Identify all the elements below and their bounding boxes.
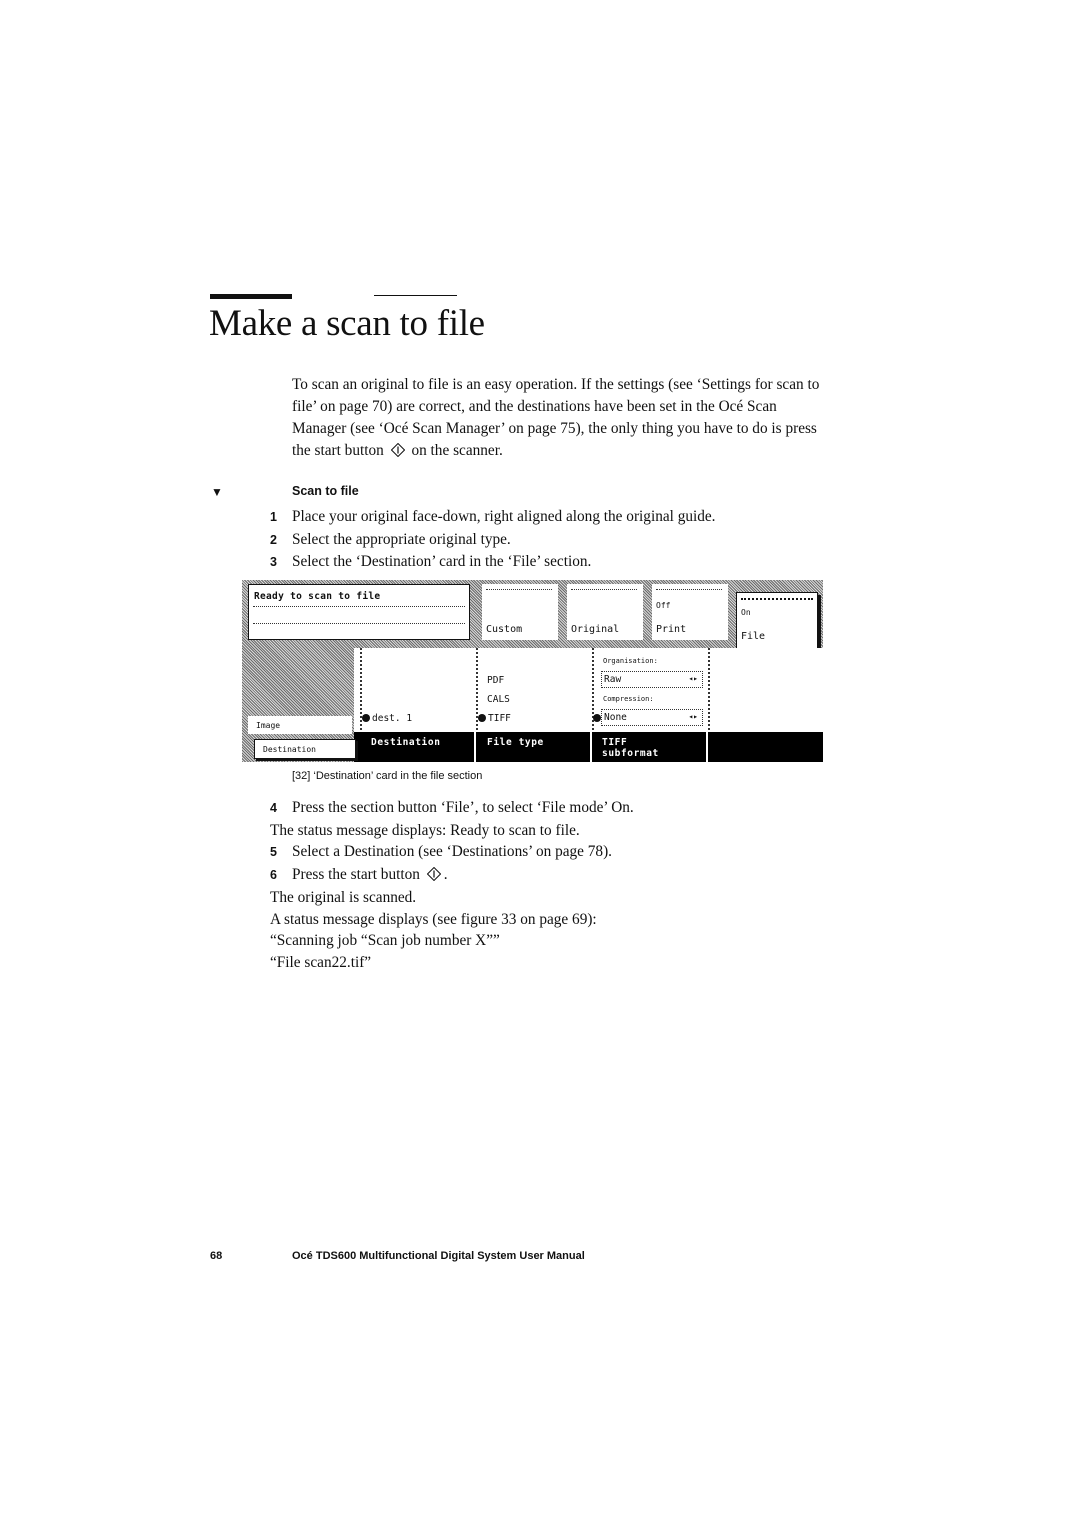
compression-label: Compression:: [603, 695, 654, 703]
intro-text-end: on the scanner.: [411, 442, 503, 459]
card-tab-bar: Destination File type TIFF subformat: [354, 732, 823, 762]
step-continuation: “Scanning job “Scan job number X””: [270, 932, 500, 950]
step-item: 4 Press the section button ‘File’, to se…: [270, 797, 830, 820]
step-text: Press the start button .: [292, 864, 830, 887]
step-item: 6 Press the start button .: [270, 864, 830, 887]
tab-label-line: TIFF: [602, 737, 628, 748]
manual-title: Océ TDS600 Multifunctional Digital Syste…: [292, 1250, 585, 1262]
scanner-panel-figure: Ready to scan to file Custom Original Of…: [242, 580, 823, 762]
organisation-dropdown[interactable]: Raw ◂▸: [601, 671, 703, 688]
header-rule-thick: [210, 294, 292, 299]
destination-value: dest. 1: [372, 713, 413, 724]
intro-text: To scan an original to file is an easy o…: [292, 376, 820, 459]
dropdown-arrows-icon: ◂▸: [688, 674, 698, 683]
figure-caption: [32] ‘Destination’ card in the file sect…: [292, 770, 483, 782]
step-continuation: The status message displays: Ready to sc…: [270, 821, 580, 839]
step-item: 5 Select a Destination (see ‘Destination…: [270, 841, 830, 864]
card-divider: [741, 598, 813, 600]
step-text: Select the ‘Destination’ card in the ‘Fi…: [292, 553, 592, 571]
page-title: Make a scan to file: [209, 303, 485, 344]
tab-divider: [590, 732, 592, 762]
page-number: 68: [210, 1250, 223, 1262]
dropdown-arrows-icon: ◂▸: [688, 712, 698, 721]
step-number: 6: [270, 868, 277, 883]
file-type-option-pdf[interactable]: PDF: [487, 675, 504, 686]
step-continuation: A status message displays (see figure 33…: [270, 910, 597, 928]
header-rule-thin: [374, 295, 457, 296]
steps-list-bottom: 4 Press the section button ‘File’, to se…: [270, 797, 830, 974]
step-text: Place your original face-down, right ali…: [292, 508, 716, 525]
tab-label-line: subformat: [602, 748, 659, 759]
step-item: 3 Select the ‘Destination’ card in the ‘…: [270, 551, 830, 574]
step-text: Press the section button ‘File’, to sele…: [292, 799, 634, 816]
step-item: 2 Select the appropriate original type.: [270, 529, 830, 552]
steps-list-top: 1 Place your original face-down, right a…: [270, 506, 830, 574]
step-text: Select the appropriate original type.: [292, 530, 511, 548]
tab-tiff-subformat[interactable]: TIFF subformat: [602, 737, 659, 759]
section-card-original[interactable]: Original: [567, 584, 643, 640]
status-message: Ready to scan to file: [254, 591, 381, 602]
step-text-part: Press the start button: [292, 866, 420, 884]
selected-bullet-icon: [593, 714, 601, 722]
card-divider: [571, 589, 637, 590]
start-button-icon: [390, 443, 405, 457]
file-type-label: TIFF: [488, 713, 511, 724]
selected-bullet-icon: [362, 714, 370, 722]
step-number: 1: [270, 510, 277, 524]
card-divider: [486, 589, 552, 590]
step-continuation: “File scan22.tif”: [270, 953, 372, 971]
side-tab-destination[interactable]: Destination: [254, 739, 356, 759]
selected-bullet-icon: [478, 714, 486, 722]
status-message-box: Ready to scan to file: [248, 584, 470, 640]
step-continuation: The original is scanned.: [270, 888, 417, 906]
card-divider: [656, 589, 722, 590]
start-button-icon: [426, 867, 441, 882]
section-card-label: File: [741, 631, 766, 642]
tab-destination[interactable]: Destination: [371, 737, 441, 748]
tab-divider: [706, 732, 708, 762]
side-tab-label: Image: [256, 721, 281, 730]
section-card-value: On: [741, 608, 751, 617]
tab-file-type[interactable]: File type: [487, 737, 544, 748]
procedure-title: Scan to file: [292, 484, 359, 498]
section-card-label: Original: [571, 624, 620, 635]
file-type-option-tiff[interactable]: TIFF: [478, 713, 511, 724]
section-card-file[interactable]: On File: [736, 592, 818, 650]
compression-value: None: [604, 712, 627, 723]
side-tab-label: Destination: [263, 745, 316, 754]
step-number: 5: [270, 845, 277, 860]
destination-option-selected[interactable]: dest. 1: [362, 713, 412, 724]
section-card-custom[interactable]: Custom: [482, 584, 558, 640]
section-card-print[interactable]: Off Print: [652, 584, 728, 640]
section-card-label: Custom: [486, 624, 523, 635]
file-type-option-cals[interactable]: CALS: [487, 694, 510, 705]
status-divider: [253, 606, 465, 607]
step-number: 3: [270, 555, 277, 570]
status-divider: [253, 623, 465, 624]
section-card-value: Off: [656, 601, 671, 610]
organisation-value: Raw: [604, 674, 622, 685]
step-text: Select a Destination (see ‘Destinations’…: [292, 843, 613, 861]
compression-dropdown[interactable]: None ◂▸: [593, 709, 703, 726]
side-tab-image[interactable]: Image: [248, 716, 352, 734]
procedure-marker-icon: ▼: [211, 485, 223, 499]
organisation-label: Organisation:: [603, 657, 658, 665]
tab-divider: [474, 732, 476, 762]
intro-paragraph: To scan an original to file is an easy o…: [292, 374, 832, 462]
section-card-label: Print: [656, 624, 687, 635]
step-item: 1 Place your original face-down, right a…: [270, 506, 830, 529]
step-number: 4: [270, 801, 277, 815]
step-number: 2: [270, 532, 277, 547]
step-text-part: .: [443, 866, 448, 884]
